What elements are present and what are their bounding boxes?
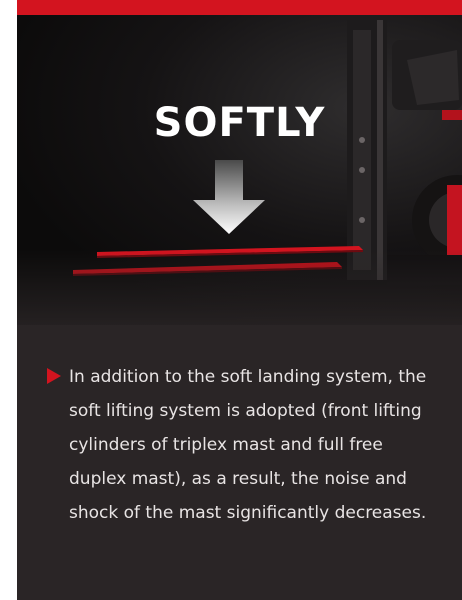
- down-arrow-icon: [193, 160, 265, 234]
- feature-card: SOFTLY In addition to the soft landing s…: [17, 0, 462, 600]
- accent-top-bar: [17, 0, 462, 15]
- headline: SOFTLY: [153, 100, 326, 146]
- feature-description: In addition to the soft landing system, …: [69, 367, 427, 523]
- red-triangle-bullet-icon: [47, 368, 61, 384]
- hero-fade: [17, 250, 462, 340]
